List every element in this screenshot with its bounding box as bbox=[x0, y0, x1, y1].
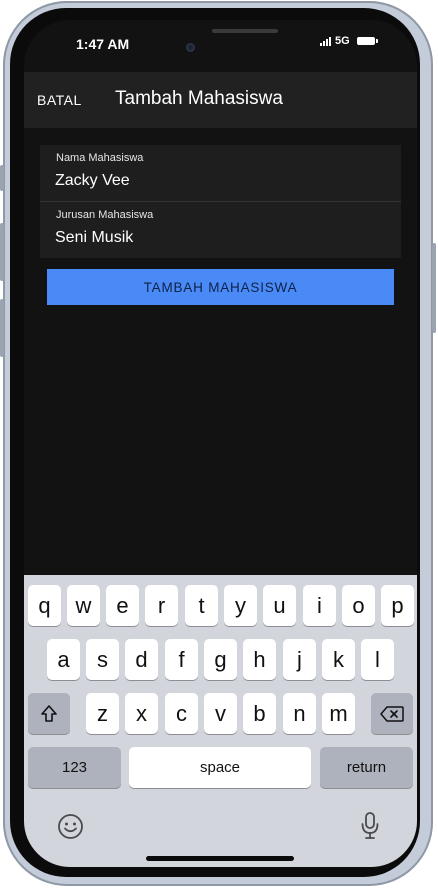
key-v[interactable]: v bbox=[204, 693, 237, 734]
shift-key[interactable] bbox=[28, 693, 70, 734]
keyboard: q w e r t y u i o p a s d f g h j k l z … bbox=[24, 575, 417, 867]
key-u[interactable]: u bbox=[263, 585, 296, 626]
key-r[interactable]: r bbox=[145, 585, 178, 626]
status-indicators: 5G bbox=[320, 35, 378, 47]
cancel-button[interactable]: BATAL bbox=[37, 92, 82, 108]
key-e[interactable]: e bbox=[106, 585, 139, 626]
key-h[interactable]: h bbox=[243, 639, 276, 680]
volume-up-button bbox=[0, 223, 4, 281]
power-button bbox=[432, 243, 436, 333]
space-key[interactable]: space bbox=[129, 747, 311, 788]
key-l[interactable]: l bbox=[361, 639, 394, 680]
front-camera bbox=[186, 43, 195, 52]
key-n[interactable]: n bbox=[283, 693, 316, 734]
status-time: 1:47 AM bbox=[76, 36, 130, 52]
emoji-icon bbox=[58, 814, 83, 839]
key-x[interactable]: x bbox=[125, 693, 158, 734]
numbers-key[interactable]: 123 bbox=[28, 747, 121, 788]
key-f[interactable]: f bbox=[165, 639, 198, 680]
key-k[interactable]: k bbox=[322, 639, 355, 680]
return-key[interactable]: return bbox=[320, 747, 413, 788]
battery-icon bbox=[356, 37, 378, 45]
key-w[interactable]: w bbox=[67, 585, 100, 626]
key-b[interactable]: b bbox=[243, 693, 276, 734]
emoji-button[interactable] bbox=[57, 813, 84, 845]
home-indicator bbox=[146, 856, 294, 861]
app-bar: BATAL Tambah Mahasiswa bbox=[24, 72, 417, 128]
microphone-icon bbox=[361, 812, 379, 839]
add-student-button[interactable]: TAMBAH MAHASISWA bbox=[47, 269, 394, 305]
key-p[interactable]: p bbox=[381, 585, 414, 626]
signal-icon bbox=[320, 36, 331, 46]
network-type: 5G bbox=[335, 35, 350, 47]
key-g[interactable]: g bbox=[204, 639, 237, 680]
key-i[interactable]: i bbox=[303, 585, 336, 626]
major-field-label: Jurusan Mahasiswa bbox=[56, 209, 154, 221]
key-y[interactable]: y bbox=[224, 585, 257, 626]
key-d[interactable]: d bbox=[125, 639, 158, 680]
screen: 1:47 AM 5G BATAL Tambah Mahasiswa Nama M… bbox=[24, 20, 417, 867]
delete-key[interactable] bbox=[371, 693, 413, 734]
key-s[interactable]: s bbox=[86, 639, 119, 680]
key-m[interactable]: m bbox=[322, 693, 355, 734]
major-field[interactable]: Jurusan Mahasiswa bbox=[40, 202, 401, 258]
shift-arrow-icon bbox=[41, 704, 57, 722]
speaker-grille bbox=[212, 29, 278, 33]
key-q[interactable]: q bbox=[28, 585, 61, 626]
mute-switch bbox=[0, 165, 4, 191]
key-c[interactable]: c bbox=[165, 693, 198, 734]
name-input[interactable] bbox=[55, 172, 375, 190]
name-field[interactable]: Nama Mahasiswa bbox=[40, 145, 401, 202]
key-t[interactable]: t bbox=[185, 585, 218, 626]
key-j[interactable]: j bbox=[283, 639, 316, 680]
name-field-label: Nama Mahasiswa bbox=[56, 152, 144, 164]
volume-down-button bbox=[0, 299, 4, 357]
dictation-button[interactable] bbox=[360, 811, 380, 846]
backspace-icon bbox=[380, 705, 404, 722]
page-title: Tambah Mahasiswa bbox=[115, 88, 283, 109]
key-o[interactable]: o bbox=[342, 585, 375, 626]
key-a[interactable]: a bbox=[47, 639, 80, 680]
major-input[interactable] bbox=[55, 229, 375, 247]
key-z[interactable]: z bbox=[86, 693, 119, 734]
